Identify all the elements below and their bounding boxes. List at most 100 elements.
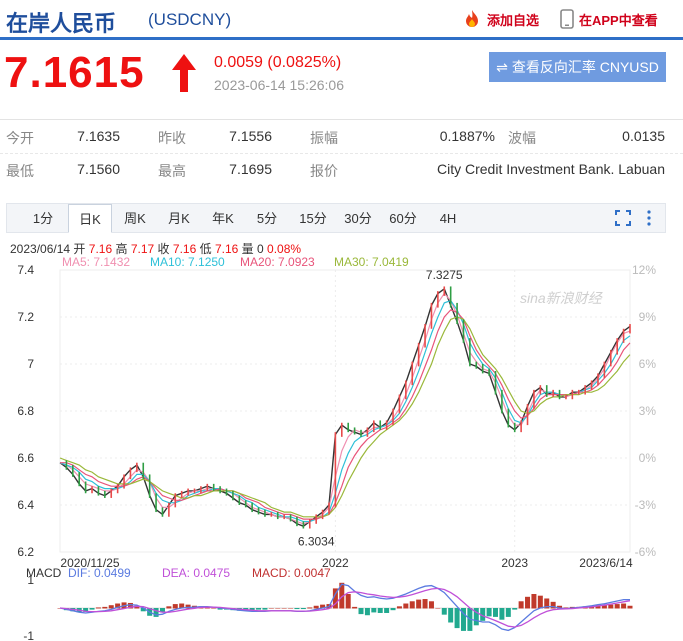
macd-bar bbox=[601, 605, 607, 609]
macd-bar bbox=[499, 608, 505, 620]
macd-bar bbox=[371, 608, 377, 613]
macd-bar bbox=[115, 603, 121, 609]
ohlc-high-label: 高 bbox=[115, 242, 128, 256]
low-label: 最低 bbox=[6, 163, 34, 179]
x-tick-label: 2020/11/25 bbox=[60, 556, 119, 570]
pct-tick-label: -3% bbox=[635, 498, 657, 512]
macd-bar bbox=[288, 608, 294, 609]
y-tick-label: 6.4 bbox=[17, 498, 34, 512]
macd-bar bbox=[364, 608, 370, 616]
y-tick-label: 7 bbox=[27, 357, 34, 371]
fullscreen-icon[interactable] bbox=[614, 209, 632, 227]
macd-bar bbox=[557, 605, 563, 609]
tab-weekly[interactable]: 周K bbox=[113, 204, 157, 233]
ohlc-low: 7.16 bbox=[214, 242, 239, 256]
macd-title: MACD bbox=[26, 566, 62, 580]
amplitude-label: 振幅 bbox=[310, 130, 338, 146]
high-value: 7.1695 bbox=[229, 161, 272, 177]
macd-y-tick: -1 bbox=[23, 629, 34, 641]
macd-bar bbox=[377, 608, 383, 613]
macd-bar bbox=[217, 608, 223, 610]
tab-4h[interactable]: 4H bbox=[426, 204, 470, 233]
macd-bar bbox=[460, 608, 466, 631]
y-tick-label: 6.8 bbox=[17, 404, 34, 418]
current-price: 7.1615 bbox=[4, 48, 145, 97]
macd-bar bbox=[416, 599, 422, 609]
x-tick-label: 2022 bbox=[322, 556, 349, 570]
macd-bar bbox=[467, 608, 473, 631]
tab-yearly[interactable]: 年K bbox=[201, 204, 245, 233]
open-value: 7.1635 bbox=[77, 128, 120, 144]
y-tick-label: 6.6 bbox=[17, 451, 34, 465]
macd-macd-legend: MACD: 0.0047 bbox=[252, 566, 331, 580]
swap-icon: ⇌ bbox=[496, 58, 508, 75]
macd-bar bbox=[525, 596, 531, 609]
macd-bar bbox=[83, 608, 89, 612]
ohlc-close-label: 收 bbox=[157, 242, 170, 256]
reverse-rate-button[interactable]: ⇌ 查看反向汇率 CNYUSD bbox=[489, 52, 666, 82]
ohlc-volume-label: 量 bbox=[241, 242, 254, 256]
ohlc-date: 2023/06/14 bbox=[10, 242, 71, 256]
pct-tick-label: 3% bbox=[639, 404, 657, 418]
ma-line-2 bbox=[59, 299, 631, 523]
macd-bar bbox=[57, 608, 63, 609]
macd-bar bbox=[345, 594, 351, 609]
ma20-legend: MA20: 7.0923 bbox=[240, 255, 315, 269]
x-tick-label: 2023 bbox=[501, 556, 528, 570]
quote-timestamp: 2023-06-14 15:26:06 bbox=[214, 77, 344, 93]
phone-icon bbox=[560, 9, 574, 29]
tab-monthly[interactable]: 月K bbox=[157, 204, 201, 233]
macd-bar bbox=[179, 603, 185, 609]
y-tick-label: 7.4 bbox=[17, 263, 34, 277]
pct-tick-label: 0% bbox=[639, 451, 657, 465]
low-value: 7.1560 bbox=[77, 161, 120, 177]
tab-daily[interactable]: 日K bbox=[68, 204, 112, 233]
macd-bar bbox=[326, 604, 332, 609]
macd-bar bbox=[569, 606, 575, 609]
up-arrow-icon bbox=[172, 54, 196, 92]
macd-bar bbox=[403, 603, 409, 609]
macd-bar bbox=[249, 608, 255, 611]
tab-60min[interactable]: 60分 bbox=[381, 204, 425, 233]
macd-bar bbox=[307, 607, 313, 609]
macd-bar bbox=[396, 606, 402, 609]
macd-bar bbox=[313, 605, 319, 609]
macd-bar bbox=[454, 608, 460, 629]
add-watchlist-link[interactable]: 添加自选 bbox=[462, 9, 539, 29]
macd-bar bbox=[339, 582, 345, 609]
ma30-legend: MA30: 7.0419 bbox=[334, 255, 409, 269]
macd-bar bbox=[531, 594, 537, 609]
ohlc-open: 7.16 bbox=[88, 242, 113, 256]
tab-1min[interactable]: 1分 bbox=[21, 204, 65, 233]
macd-bar bbox=[262, 608, 268, 610]
symbol-code: (USDCNY) bbox=[148, 10, 232, 29]
macd-bar bbox=[198, 606, 204, 609]
macd-bar bbox=[435, 608, 441, 609]
macd-bar bbox=[589, 605, 595, 609]
tab-5min[interactable]: 5分 bbox=[245, 204, 289, 233]
macd-bar bbox=[512, 608, 518, 610]
macd-bar bbox=[358, 608, 364, 615]
macd-bar bbox=[486, 608, 492, 617]
macd-bar bbox=[140, 608, 146, 612]
ohlc-pct: 0.08% bbox=[267, 242, 302, 256]
macd-bar bbox=[480, 608, 486, 621]
open-in-app-link[interactable]: 在APP中查看 bbox=[560, 9, 658, 29]
macd-bar bbox=[493, 608, 499, 617]
macd-bar bbox=[275, 608, 281, 609]
macd-bar bbox=[159, 608, 165, 613]
tab-30min[interactable]: 30分 bbox=[336, 204, 380, 233]
macd-bar bbox=[294, 608, 300, 610]
macd-bar bbox=[320, 604, 326, 609]
ohlc-volume: 0 bbox=[257, 242, 264, 256]
macd-bar bbox=[236, 608, 242, 611]
macd-bar bbox=[582, 606, 588, 609]
pct-tick-label: 9% bbox=[639, 310, 657, 324]
prev-close-value: 7.1556 bbox=[229, 128, 272, 144]
tab-15min[interactable]: 15分 bbox=[291, 204, 335, 233]
more-menu-icon[interactable] bbox=[645, 209, 653, 227]
macd-bar bbox=[243, 608, 249, 611]
macd-bar bbox=[70, 608, 76, 612]
macd-bar bbox=[185, 604, 191, 609]
header-bar: 在岸人民币 (USDCNY) 添加自选 在APP中查看 bbox=[0, 0, 683, 40]
